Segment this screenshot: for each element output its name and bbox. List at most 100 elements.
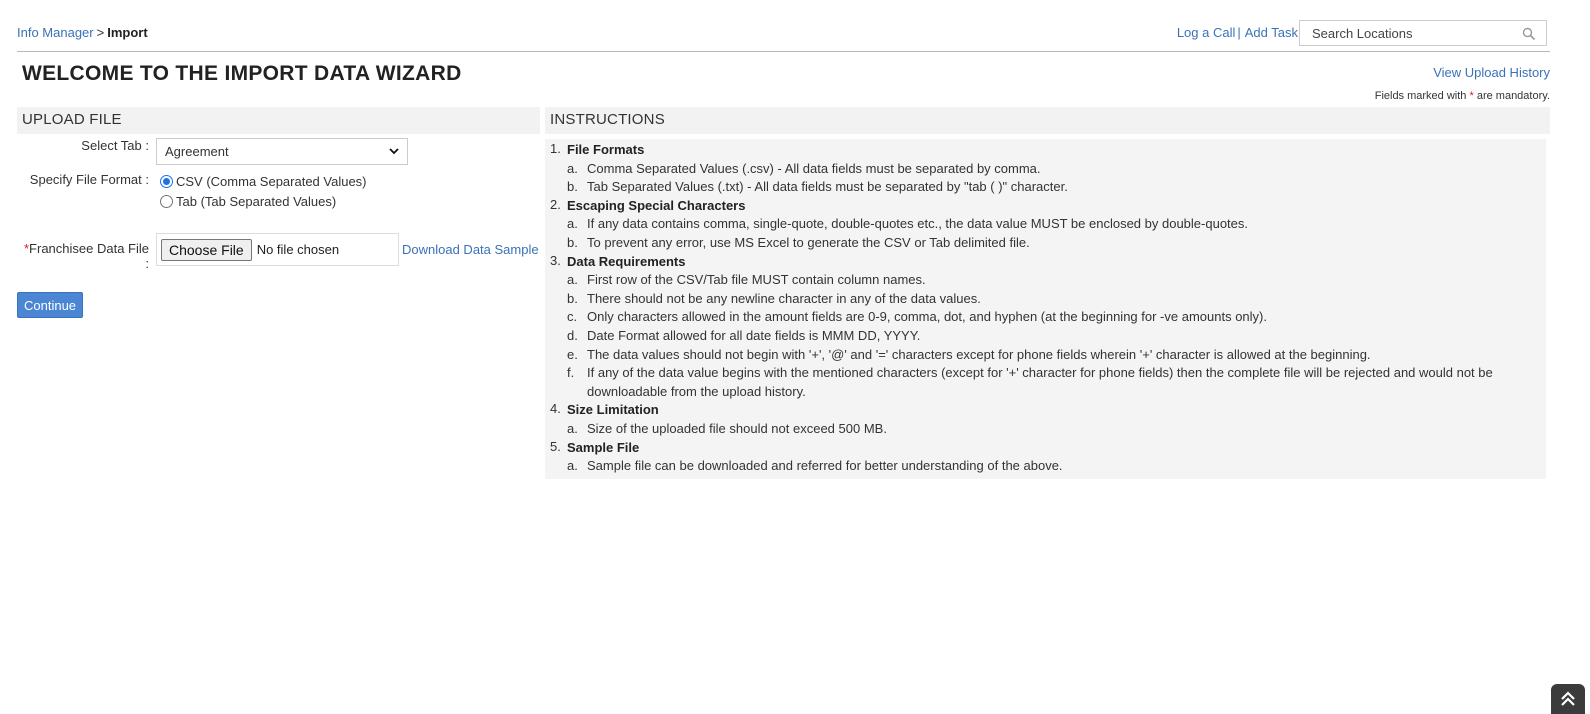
item-letter: a. xyxy=(567,160,578,176)
instructions-list: 1. File Formats a. Comma Separated Values (… xyxy=(550,141,1546,476)
item-text: Only characters allowed in the amount fi… xyxy=(587,309,1267,325)
choose-file-button[interactable]: Choose File xyxy=(161,238,252,261)
instruction-item: a. Size of the uploaded file should not e… xyxy=(567,420,1546,439)
header-link-divider: | xyxy=(1237,25,1241,40)
item-letter: c. xyxy=(567,309,578,325)
item-text: If any data contains comma, single-quote… xyxy=(587,216,1249,232)
item-letter: b. xyxy=(567,179,578,195)
instruction-item: e. The data values should not begin with … xyxy=(567,346,1546,365)
section-number: 4. xyxy=(550,401,561,417)
instruction-section: 2. Escaping Special Characters a. If any da… xyxy=(550,197,1546,253)
search-box xyxy=(1299,20,1547,46)
upload-file-panel: UPLOAD FILE Select Tab : Agreement Speci… xyxy=(17,107,540,337)
radio-unchecked-icon xyxy=(160,195,173,208)
section-items: a. Size of the uploaded file should not e… xyxy=(567,420,1546,439)
instructions-header: INSTRUCTIONS xyxy=(545,107,1550,134)
item-letter: a. xyxy=(567,420,578,436)
instruction-item: b. To prevent any error, use MS Excel to … xyxy=(567,234,1546,253)
section-title: Data Requirements xyxy=(567,253,686,269)
section-number: 5. xyxy=(550,438,561,454)
item-letter: b. xyxy=(567,290,578,306)
instructions-panel: INSTRUCTIONS 1. File Formats a. Comma Separ… xyxy=(545,107,1550,479)
instruction-item: b. Tab Separated Values (.txt) - All data… xyxy=(567,178,1546,197)
section-number: 1. xyxy=(550,141,561,156)
item-letter: a. xyxy=(567,216,578,232)
instruction-item: d. Date Format allowed for all date field… xyxy=(567,327,1546,346)
item-text: First row of the CSV/Tab file MUST conta… xyxy=(587,272,926,288)
instruction-item: a. Comma Separated Values (.csv) - All da… xyxy=(567,160,1546,179)
item-letter: d. xyxy=(567,327,578,343)
format-tab-label: Tab (Tab Separated Values) xyxy=(176,194,337,209)
item-letter: e. xyxy=(567,346,578,362)
double-chevron-up-icon xyxy=(1561,691,1575,706)
instruction-section: 3. Data Requirements a. First row of the CS… xyxy=(550,253,1546,402)
instruction-item: a. First row of the CSV/Tab file MUST con… xyxy=(567,271,1546,290)
instruction-section: 4. Size Limitation a. Size of the uploaded … xyxy=(550,401,1546,438)
breadcrumb-separator: > xyxy=(96,25,105,40)
view-upload-history-link[interactable]: View Upload History xyxy=(1433,65,1550,80)
instructions-body: 1. File Formats a. Comma Separated Values (… xyxy=(545,139,1546,479)
scroll-to-top-button[interactable] xyxy=(1551,684,1585,714)
item-letter: f. xyxy=(567,365,575,381)
instruction-item: c. Only characters allowed in the amount … xyxy=(567,308,1546,327)
download-data-sample-link[interactable]: Download Data Sample xyxy=(402,242,539,257)
item-text: If any of the data value begins with the… xyxy=(587,365,1493,399)
instruction-item: a. If any data contains comma, single-quo… xyxy=(567,215,1546,234)
section-items: a. If any data contains comma, single-quo… xyxy=(567,215,1546,252)
section-title: Escaping Special Characters xyxy=(567,197,746,213)
upload-file-header: UPLOAD FILE xyxy=(17,107,540,134)
franchisee-file-label: *Franchisee Data File : xyxy=(17,241,149,271)
section-title: Size Limitation xyxy=(567,402,659,418)
chevron-down-icon xyxy=(389,148,399,155)
radio-checked-icon xyxy=(160,175,173,188)
item-text: Date Format allowed for all date fields … xyxy=(587,327,921,343)
section-items: a. First row of the CSV/Tab file MUST con… xyxy=(567,271,1546,401)
add-task-link[interactable]: Add Task xyxy=(1245,25,1298,40)
format-csv-label: CSV (Comma Separated Values) xyxy=(176,174,367,189)
breadcrumb: Info Manager > Import xyxy=(17,25,148,40)
page-title: WELCOME TO THE IMPORT DATA WIZARD xyxy=(22,62,462,85)
file-input: Choose File No file chosen xyxy=(156,233,399,266)
continue-button[interactable]: Continue xyxy=(17,292,84,318)
search-icon[interactable] xyxy=(1522,27,1536,41)
section-items: a. Comma Separated Values (.csv) - All da… xyxy=(567,160,1546,197)
file-format-label: Specify File Format : xyxy=(29,172,149,187)
mandatory-star: * xyxy=(1469,90,1474,102)
franchisee-file-label-text: Franchisee Data File : xyxy=(29,241,149,271)
section-number: 2. xyxy=(550,196,561,212)
format-csv-radio[interactable]: CSV (Comma Separated Values) xyxy=(160,174,367,189)
section-title: File Formats xyxy=(567,142,645,157)
instruction-item: a. Sample file can be downloaded and refe… xyxy=(567,457,1546,476)
item-text: Comma Separated Values (.csv) - All data… xyxy=(587,160,1041,176)
item-letter: b. xyxy=(567,234,578,250)
mandatory-note: Fields marked with * are mandatory. xyxy=(1375,90,1550,102)
item-text: Sample file can be downloaded and referr… xyxy=(587,458,1063,474)
item-letter: a. xyxy=(567,458,578,474)
breadcrumb-current: Import xyxy=(107,25,148,40)
instruction-section: 1. File Formats a. Comma Separated Values (… xyxy=(550,141,1546,197)
item-text: There should not be any newline characte… xyxy=(587,290,981,306)
instruction-item: b. There should not be any newline charac… xyxy=(567,290,1546,309)
item-text: The data values should not begin with '+… xyxy=(587,346,1371,362)
select-tab-dropdown[interactable]: Agreement xyxy=(156,138,408,165)
mandatory-note-prefix: Fields marked with xyxy=(1374,90,1467,102)
format-tab-radio[interactable]: Tab (Tab Separated Values) xyxy=(160,194,336,209)
top-bar: Info Manager > Import Log a Call | Add Task xyxy=(17,20,1550,52)
item-letter: a. xyxy=(567,272,578,288)
instruction-section: 5. Sample File a. Sample file can be downlo… xyxy=(550,439,1546,476)
section-number: 3. xyxy=(550,252,561,268)
log-call-link[interactable]: Log a Call xyxy=(1177,25,1236,40)
select-tab-label: Select Tab : xyxy=(81,138,149,153)
item-text: Tab Separated Values (.txt) - All data f… xyxy=(587,179,1068,195)
search-input[interactable] xyxy=(1300,21,1510,45)
item-text: Size of the uploaded file should not exc… xyxy=(587,420,887,436)
item-text: To prevent any error, use MS Excel to ge… xyxy=(587,234,1030,250)
section-title: Sample File xyxy=(567,439,640,455)
section-items: a. Sample file can be downloaded and refe… xyxy=(567,457,1546,476)
select-tab-value: Agreement xyxy=(165,144,229,159)
no-file-chosen-text: No file chosen xyxy=(256,242,340,257)
instruction-item: f. If any of the data value begins with t… xyxy=(567,364,1546,401)
header-links: Log a Call | Add Task xyxy=(1177,25,1298,40)
mandatory-note-suffix: are mandatory. xyxy=(1476,90,1550,102)
breadcrumb-info-manager-link[interactable]: Info Manager xyxy=(17,25,94,40)
